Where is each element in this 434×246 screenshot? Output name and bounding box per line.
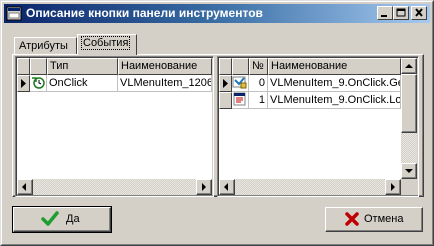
arrow-down-icon — [405, 169, 413, 173]
scroll-up-button[interactable] — [401, 58, 417, 74]
row-indicator[interactable] — [219, 92, 232, 109]
cancel-button-label: Отмена — [364, 213, 404, 225]
handler-icon-cell — [232, 92, 249, 109]
window-title: Описание кнопки панели инструментов — [26, 6, 263, 20]
maximize-button[interactable] — [393, 6, 409, 20]
minimize-icon — [381, 15, 387, 17]
scroll-right-button[interactable] — [196, 179, 212, 195]
icon-header — [232, 58, 249, 75]
icon-header — [30, 58, 47, 75]
tab-events[interactable]: События — [77, 34, 137, 55]
table-row-name[interactable]: VLMenuItem_1206.OnClick — [118, 75, 212, 92]
tab-attributes[interactable]: Атрибуты — [14, 37, 77, 55]
event-icon — [32, 77, 45, 89]
check-icon — [41, 211, 59, 226]
scroll-left-button[interactable] — [219, 179, 235, 195]
handlers-grid[interactable]: № Наименование 0 VLMenuItem_9.OnClick.Ge… — [219, 58, 417, 195]
tab-events-label: События — [80, 36, 131, 50]
tab-attributes-label: Атрибуты — [19, 40, 68, 52]
horizontal-scrollbar-track[interactable] — [235, 179, 385, 195]
handler-icon-cell — [232, 75, 249, 92]
table-row-type[interactable]: OnClick — [47, 75, 118, 92]
row-pointer-icon — [21, 79, 26, 88]
scroll-down-button[interactable] — [401, 163, 417, 179]
number-column-header[interactable]: № — [249, 58, 268, 75]
close-button[interactable] — [411, 6, 427, 20]
table-row-name[interactable]: VLMenuItem_9.OnClick.GetEnabled — [268, 75, 401, 92]
arrow-right-icon — [202, 183, 206, 191]
name-column-header[interactable]: Наименование — [268, 58, 401, 75]
get-enabled-icon — [232, 76, 247, 89]
app-icon — [6, 6, 22, 21]
row-indicator[interactable] — [17, 75, 30, 92]
scroll-left-button[interactable] — [17, 179, 33, 195]
vertical-scrollbar-track[interactable] — [401, 133, 417, 163]
table-row-name[interactable]: VLMenuItem_9.OnClick.LoadMenu — [268, 92, 401, 109]
arrow-up-icon — [405, 64, 413, 68]
vertical-scroll-thumb[interactable] — [401, 74, 417, 133]
scrollbar-corner — [401, 179, 417, 195]
events-grid[interactable]: Тип Наименование OnClick VLMenuItem_1206… — [17, 58, 212, 195]
maximize-icon — [396, 8, 406, 17]
ok-button-label: Да — [66, 213, 80, 225]
indicator-header — [17, 58, 30, 75]
arrow-right-icon — [391, 183, 395, 191]
minimize-button[interactable] — [377, 6, 393, 20]
row-indicator[interactable] — [219, 75, 232, 92]
row-pointer-icon — [223, 79, 228, 88]
horizontal-scrollbar-track[interactable] — [33, 179, 196, 195]
ok-button[interactable]: Да — [12, 206, 112, 233]
dialog-window: Описание кнопки панели инструментов Атри… — [0, 0, 434, 246]
table-row-number[interactable]: 0 — [249, 75, 268, 92]
cross-icon — [345, 212, 359, 226]
load-menu-icon — [233, 92, 246, 106]
close-icon — [415, 8, 423, 17]
type-column-header[interactable]: Тип — [47, 58, 118, 75]
event-icon-cell — [30, 75, 47, 92]
arrow-left-icon — [22, 183, 26, 191]
table-row-number[interactable]: 1 — [249, 92, 268, 109]
name-column-header[interactable]: Наименование — [118, 58, 212, 75]
title-bar[interactable]: Описание кнопки панели инструментов — [4, 4, 430, 23]
cancel-button[interactable]: Отмена — [325, 207, 423, 232]
scroll-right-button[interactable] — [385, 179, 401, 195]
indicator-header — [219, 58, 232, 75]
arrow-left-icon — [224, 183, 228, 191]
